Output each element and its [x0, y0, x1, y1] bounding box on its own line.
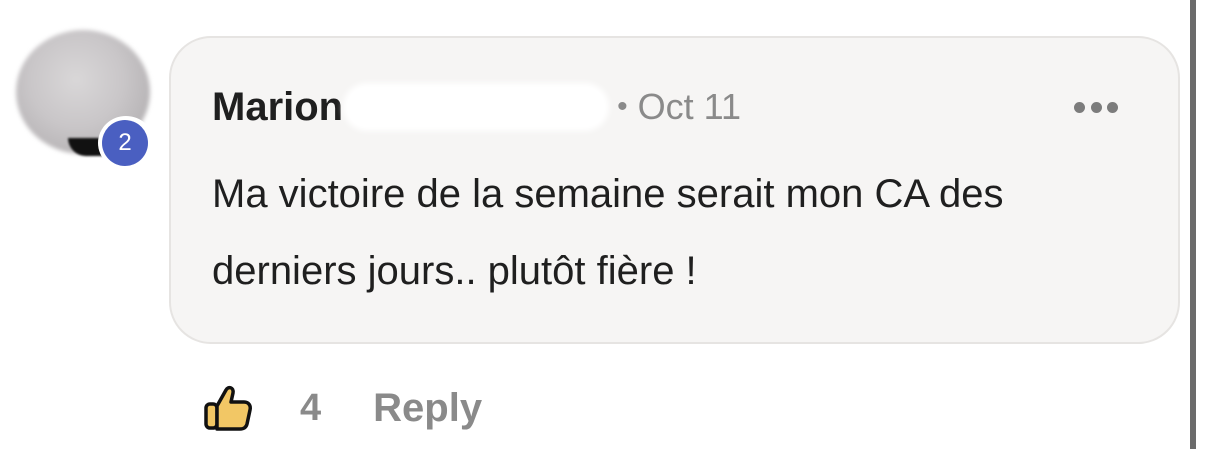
more-dot — [1074, 101, 1085, 113]
author-name-redacted — [347, 87, 606, 127]
reply-button[interactable]: Reply — [373, 386, 482, 431]
like-count: 4 — [300, 386, 322, 429]
comment-bubble: Marion • Oct 11 Ma victoire de la semain… — [169, 36, 1180, 344]
comment-text: Ma victoire de la semaine serait mon CA … — [212, 172, 1004, 293]
author-name[interactable]: Marion — [212, 85, 343, 130]
comment-screen: 2 Marion • Oct 11 Ma victoire de la sema… — [0, 0, 1206, 449]
header-separator: • — [617, 90, 628, 123]
comment-header: Marion • Oct 11 — [212, 82, 741, 132]
comment-actions: 4 Reply — [202, 376, 482, 440]
avatar-container[interactable]: 2 — [16, 30, 158, 170]
avatar-badge: 2 — [98, 116, 154, 170]
thumbs-up-icon — [204, 385, 252, 431]
more-options-icon[interactable] — [1074, 100, 1118, 114]
avatar-badge-count: 2 — [102, 120, 148, 166]
like-button[interactable]: 4 — [202, 382, 321, 434]
more-dot — [1107, 101, 1118, 113]
scrollbar[interactable] — [1190, 0, 1196, 449]
more-dot — [1090, 101, 1102, 113]
comment-timestamp[interactable]: Oct 11 — [638, 86, 741, 128]
